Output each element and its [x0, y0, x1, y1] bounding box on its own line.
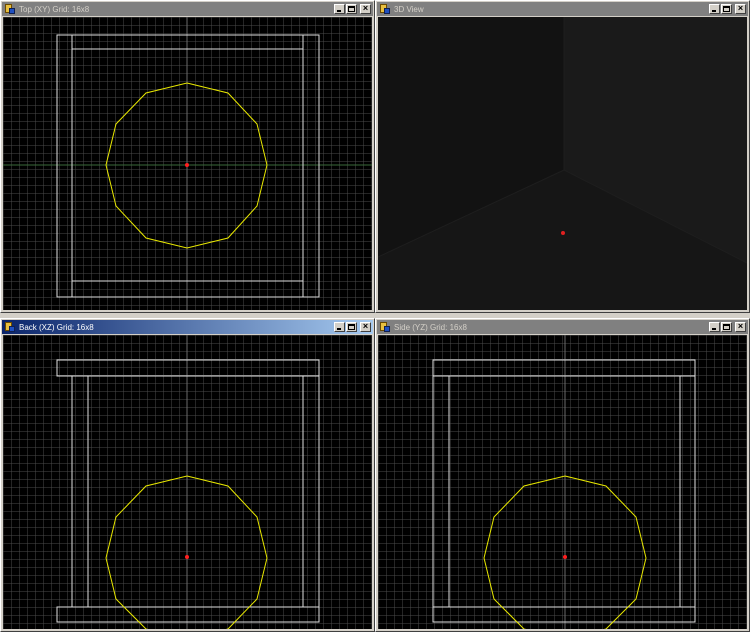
app-icon: [4, 3, 16, 15]
origin-marker: [185, 163, 189, 167]
close-icon: ×: [362, 321, 369, 331]
minimize-icon: [337, 10, 341, 12]
minimize-button[interactable]: [709, 4, 720, 14]
minimize-icon: [712, 10, 716, 12]
maximize-button[interactable]: [346, 322, 357, 332]
origin-marker: [563, 555, 567, 559]
maximize-icon: [348, 324, 355, 330]
3d-viewport-canvas: [378, 17, 747, 310]
close-icon: ×: [737, 3, 744, 13]
top-viewport[interactable]: [3, 17, 372, 310]
close-icon: ×: [737, 321, 744, 331]
side-viewport-canvas: [378, 335, 747, 629]
minimize-button[interactable]: [709, 322, 720, 332]
top-view-titlebar[interactable]: Top (XY) Grid: 16x8 ×: [2, 2, 373, 16]
maximize-icon: [723, 6, 730, 12]
minimize-icon: [712, 328, 716, 330]
minimize-button[interactable]: [334, 322, 345, 332]
window-title: Side (YZ) Grid: 16x8: [394, 322, 467, 332]
back-viewport-canvas: [3, 335, 372, 629]
maximize-icon: [348, 6, 355, 12]
close-button[interactable]: ×: [360, 321, 371, 332]
back-view-window[interactable]: Back (XZ) Grid: 16x8 ×: [0, 318, 375, 632]
maximize-icon: [723, 324, 730, 330]
top-viewport-canvas: [3, 17, 372, 310]
origin-marker: [561, 231, 565, 235]
close-button[interactable]: ×: [735, 3, 746, 14]
app-icon: [4, 321, 16, 333]
maximize-button[interactable]: [346, 4, 357, 14]
3d-viewport[interactable]: [378, 17, 747, 310]
side-viewport[interactable]: [378, 335, 747, 629]
app-icon: [379, 321, 391, 333]
3d-view-titlebar[interactable]: 3D View ×: [377, 2, 748, 16]
app-icon: [379, 3, 391, 15]
window-title: Back (XZ) Grid: 16x8: [19, 322, 94, 332]
minimize-button[interactable]: [334, 4, 345, 14]
window-title: 3D View: [394, 4, 424, 14]
close-button[interactable]: ×: [360, 3, 371, 14]
maximize-button[interactable]: [721, 4, 732, 14]
3d-view-window[interactable]: 3D View ×: [375, 0, 750, 313]
side-view-window[interactable]: Side (YZ) Grid: 16x8 ×: [375, 318, 750, 632]
minimize-icon: [337, 328, 341, 330]
close-button[interactable]: ×: [735, 321, 746, 332]
top-view-window[interactable]: Top (XY) Grid: 16x8 ×: [0, 0, 375, 313]
origin-marker: [185, 555, 189, 559]
side-view-titlebar[interactable]: Side (YZ) Grid: 16x8 ×: [377, 320, 748, 334]
back-viewport[interactable]: [3, 335, 372, 629]
close-icon: ×: [362, 3, 369, 13]
window-title: Top (XY) Grid: 16x8: [19, 4, 90, 14]
back-view-titlebar[interactable]: Back (XZ) Grid: 16x8 ×: [2, 320, 373, 334]
maximize-button[interactable]: [721, 322, 732, 332]
